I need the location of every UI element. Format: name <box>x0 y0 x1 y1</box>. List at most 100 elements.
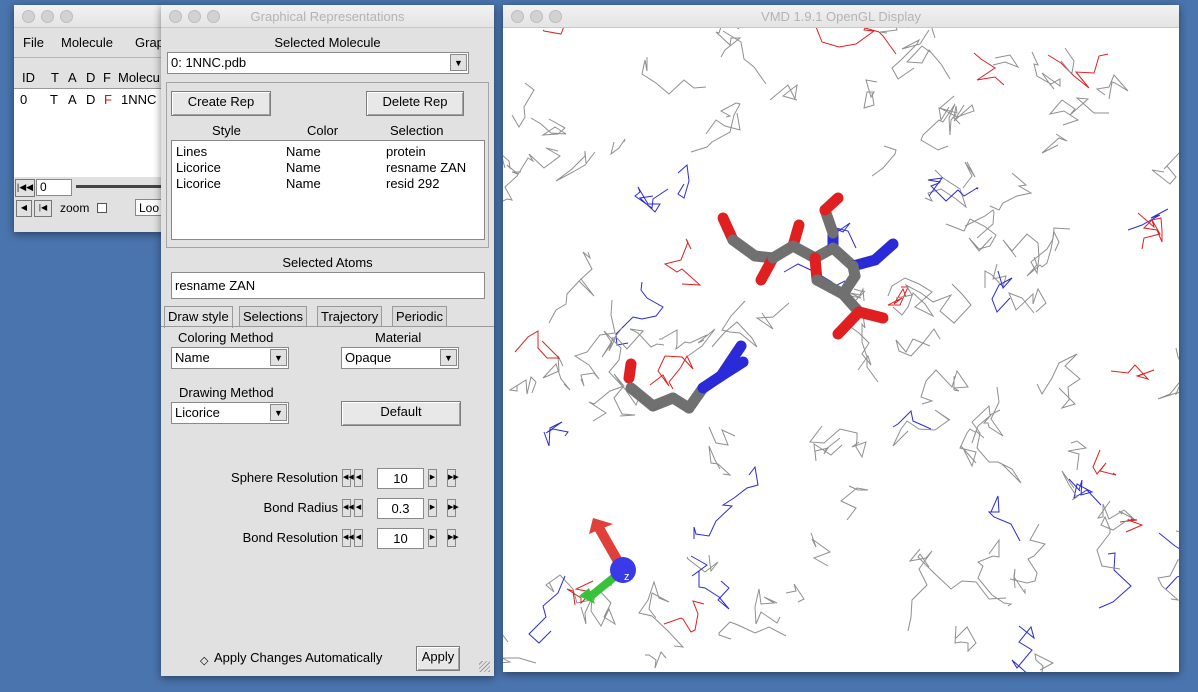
bond-radius-input[interactable]: 0.3 <box>377 498 424 519</box>
apply-button[interactable]: Apply <box>416 646 460 671</box>
sphere-resolution-input[interactable]: 10 <box>377 468 424 489</box>
menu-molecule[interactable]: Molecule <box>61 35 113 50</box>
drawing-method-menu[interactable]: Licorice ▼ <box>171 402 289 424</box>
decrement-icon[interactable]: ◀ <box>354 469 363 487</box>
fast-increment-icon[interactable]: ▶▶ <box>447 469 459 487</box>
col-molecule: Molecu <box>118 70 160 85</box>
protein-bond-trace <box>690 102 741 153</box>
coloring-method-menu[interactable]: Name ▼ <box>171 347 289 369</box>
protein-bond-trace <box>1098 552 1132 609</box>
decrement-icon[interactable]: ◀ <box>354 529 363 547</box>
frame-field[interactable]: 0 <box>36 179 72 196</box>
protein-lines <box>503 28 1179 672</box>
resize-grip[interactable] <box>479 661 490 672</box>
licorice-bond <box>623 358 637 384</box>
row-fixed[interactable]: F <box>104 92 112 107</box>
fast-decrement-icon[interactable]: ◀◀ <box>342 499 354 517</box>
frame-slider[interactable] <box>76 185 164 188</box>
fast-increment-icon[interactable]: ▶▶ <box>447 499 459 517</box>
protein-bond-trace <box>708 426 736 446</box>
apply-auto-radio[interactable]: ◇ <box>200 654 208 667</box>
row-active[interactable]: A <box>68 92 77 107</box>
tab-periodic[interactable]: Periodic <box>392 306 447 326</box>
table-row[interactable]: Licorice Name resid 292 <box>176 176 482 192</box>
protein-bond-trace <box>1157 347 1179 400</box>
reps-titlebar[interactable]: Graphical Representations <box>161 5 494 28</box>
protein-bond-trace <box>892 409 932 430</box>
rep-style: Licorice <box>176 176 221 191</box>
col-fixed: F <box>103 70 111 85</box>
protein-bond-trace <box>542 28 564 35</box>
menu-graphics[interactable]: Grap <box>135 35 164 50</box>
protein-bond-trace <box>1036 353 1081 409</box>
delete-rep-button[interactable]: Delete Rep <box>366 91 464 116</box>
rep-color: Name <box>286 160 321 175</box>
protein-bond-trace <box>907 548 933 632</box>
reps-title: Graphical Representations <box>250 9 405 24</box>
zoom-checkbox[interactable] <box>97 203 107 213</box>
table-row[interactable]: Lines Name protein <box>176 144 482 160</box>
protein-bond-trace <box>905 45 951 80</box>
drawing-method-label: Drawing Method <box>179 385 274 400</box>
protein-bond-trace <box>924 169 968 209</box>
table-row[interactable]: Licorice Name resname ZAN <box>176 160 482 176</box>
main-titlebar[interactable] <box>14 5 164 28</box>
increment-icon[interactable]: ▶ <box>428 499 437 517</box>
protein-bond-trace <box>530 117 567 136</box>
licorice-bond <box>819 192 844 216</box>
protein-bond-trace <box>641 57 707 95</box>
protein-bond-trace <box>686 554 719 573</box>
licorice-bond <box>847 260 861 282</box>
protein-bond-trace <box>785 583 805 603</box>
close-icon[interactable] <box>22 10 35 23</box>
row-top[interactable]: T <box>50 92 58 107</box>
licorice-bond <box>869 238 899 266</box>
increment-icon[interactable]: ▶ <box>428 469 437 487</box>
zoom-icon[interactable] <box>60 10 73 23</box>
increment-icon[interactable]: ▶ <box>428 529 437 547</box>
col-active: A <box>68 70 77 85</box>
protein-bond-trace <box>649 354 694 390</box>
molecule-list[interactable]: 0 T A D F 1NNC <box>14 88 164 177</box>
protein-bond-trace <box>1096 500 1135 520</box>
display-titlebar[interactable]: VMD 1.9.1 OpenGL Display <box>503 5 1179 28</box>
molecule-viewport[interactable]: z <box>503 28 1179 672</box>
protein-bond-trace <box>663 600 705 633</box>
axes-indicator: z <box>579 518 636 604</box>
row-molecule-name[interactable]: 1NNC <box>121 92 156 107</box>
reps-table[interactable]: Lines Name protein Licorice Name resname… <box>171 140 485 240</box>
create-rep-button[interactable]: Create Rep <box>171 91 271 116</box>
bond-resolution-input[interactable]: 10 <box>377 528 424 549</box>
tab-draw-style[interactable]: Draw style <box>164 306 233 328</box>
goto-start-icon[interactable]: |◀◀ <box>15 179 35 197</box>
fast-decrement-icon[interactable]: ◀◀ <box>342 529 354 547</box>
protein-bond-trace <box>977 538 1013 607</box>
protein-bond-trace <box>503 634 537 664</box>
row-drawn[interactable]: D <box>86 92 95 107</box>
fast-decrement-icon[interactable]: ◀◀ <box>342 469 354 487</box>
protein-bond-trace <box>754 588 781 625</box>
protein-bond-trace <box>677 163 690 199</box>
protein-bond-trace <box>879 28 909 34</box>
menu-file[interactable]: File <box>23 35 44 50</box>
protein-bond-trace <box>1034 653 1055 672</box>
step-back-icon[interactable]: ◀ <box>16 200 32 217</box>
drawing-method-value: Licorice <box>175 405 220 420</box>
header-selection: Selection <box>390 123 444 138</box>
fast-increment-icon[interactable]: ▶▶ <box>447 529 459 547</box>
protein-bond-trace <box>555 150 596 182</box>
material-menu[interactable]: Opaque ▼ <box>341 347 459 369</box>
minimize-icon[interactable] <box>41 10 54 23</box>
tab-selections[interactable]: Selections <box>239 306 307 326</box>
selected-molecule-menu[interactable]: 0: 1NNC.pdb ▼ <box>167 52 469 74</box>
protein-bond-trace <box>634 186 669 213</box>
protein-bond-trace <box>508 376 537 395</box>
col-id: ID <box>22 70 35 85</box>
tab-trajectory[interactable]: Trajectory <box>317 306 383 326</box>
coloring-method-value: Name <box>175 350 210 365</box>
default-button[interactable]: Default <box>341 401 461 426</box>
play-reverse-icon[interactable]: |◀ <box>34 200 52 217</box>
decrement-icon[interactable]: ◀ <box>354 499 363 517</box>
selected-atoms-input[interactable]: resname ZAN <box>171 272 485 299</box>
protein-bond-trace <box>971 386 1004 444</box>
